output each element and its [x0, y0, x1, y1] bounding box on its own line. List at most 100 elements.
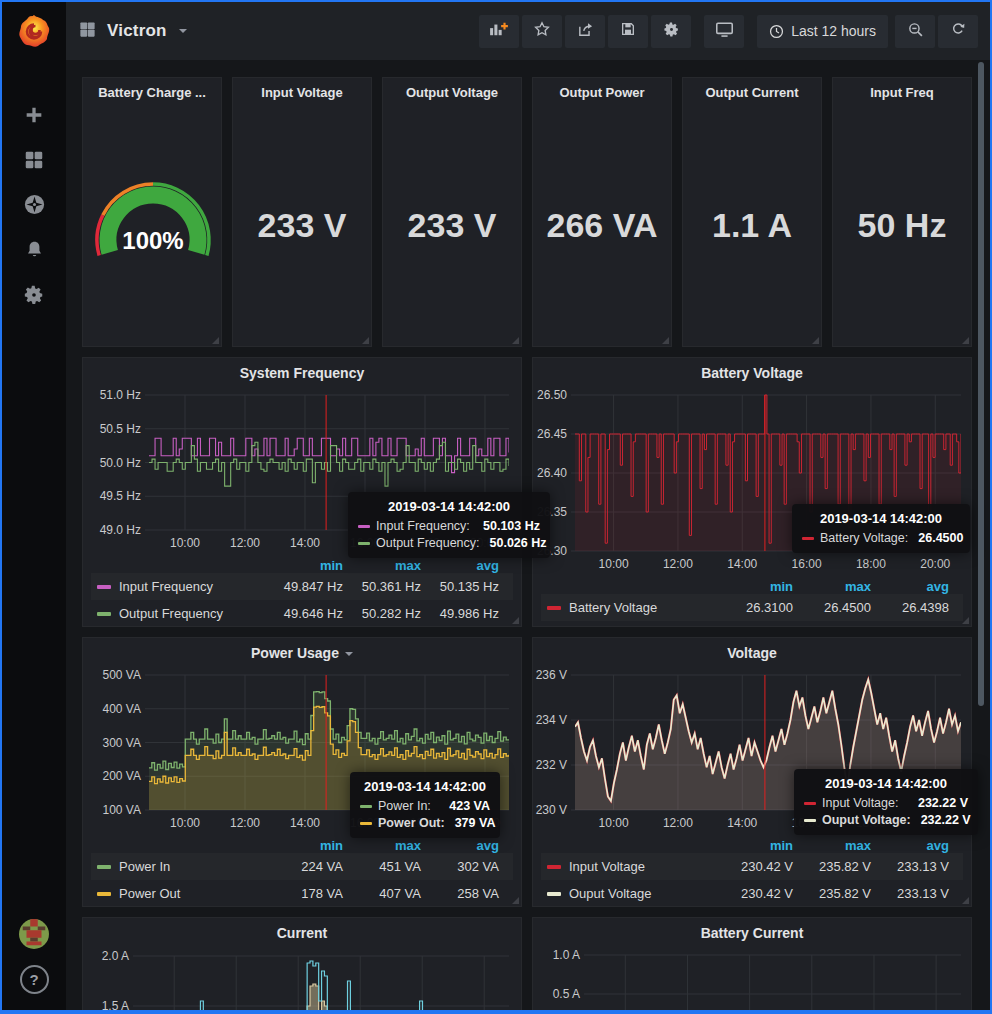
series-color-dash: [802, 537, 814, 540]
tooltip-series-label: Battery Voltage:: [820, 531, 908, 545]
panel-output-current: Output Current 1.1 A: [682, 77, 822, 347]
resize-handle[interactable]: [962, 897, 969, 904]
legend-value: 407 VA: [343, 886, 421, 901]
legend-header-min[interactable]: min: [265, 558, 343, 573]
tooltip-row: Input Voltage:232.22 V: [804, 796, 968, 810]
tooltip-series-value: 26.4500: [908, 531, 963, 545]
star-button[interactable]: [522, 15, 562, 48]
tooltip-series-label: Input Frequency:: [376, 519, 470, 533]
legend-header-max[interactable]: max: [343, 838, 421, 853]
tv-mode-button[interactable]: [704, 15, 744, 48]
legend-header-min[interactable]: min: [715, 838, 793, 853]
tooltip-row: Power Out:379 VA: [360, 816, 490, 830]
svg-text:16:00: 16:00: [792, 557, 822, 571]
resize-handle[interactable]: [212, 337, 219, 344]
sidebar-item-configuration[interactable]: [2, 274, 66, 319]
sidebar-item-alerting[interactable]: [2, 229, 66, 274]
sidebar-item-explore[interactable]: [2, 184, 66, 229]
sidebar-menu: [2, 94, 66, 319]
legend-header-max[interactable]: max: [343, 558, 421, 573]
resize-handle[interactable]: [962, 617, 969, 624]
legend-row[interactable]: Output Frequency 49.646 Hz50.282 Hz49.986…: [91, 600, 513, 627]
time-picker-button[interactable]: Last 12 hours: [757, 15, 888, 48]
legend-value: 178 VA: [265, 886, 343, 901]
navbar: Victron Last 12 hours: [66, 2, 990, 60]
svg-text:232 V: 232 V: [536, 758, 567, 772]
series-color-dash: [97, 865, 111, 869]
svg-text:236 V: 236 V: [536, 668, 567, 682]
legend-header-min[interactable]: min: [715, 579, 793, 594]
refresh-button[interactable]: [938, 15, 978, 48]
tooltip-series-label: Power Out:: [378, 816, 445, 830]
tooltip-series-label: Power In:: [378, 799, 431, 813]
legend-row[interactable]: Input Voltage230.42 V235.82 V233.13 V: [541, 853, 963, 880]
svg-text:14:00: 14:00: [290, 536, 320, 550]
legend-row[interactable]: Input Frequency49.847 Hz50.361 Hz50.135 …: [91, 573, 513, 600]
svg-text:18:00: 18:00: [856, 557, 886, 571]
clock-icon: [769, 24, 784, 39]
legend-header-avg[interactable]: avg: [871, 579, 949, 594]
legend-header-avg[interactable]: avg: [871, 838, 949, 853]
svg-text:14:00: 14:00: [727, 557, 757, 571]
dashboard-grid-icon[interactable]: [78, 20, 97, 43]
tooltip-timestamp: 2019-03-14 14:42:00: [360, 779, 490, 794]
legend-header-min[interactable]: min: [265, 838, 343, 853]
series-color-dash: [360, 805, 372, 808]
resize-handle[interactable]: [662, 337, 669, 344]
legend-value: 230.42 V: [715, 859, 793, 874]
sidebar-item-dashboards[interactable]: [2, 139, 66, 184]
legend-series-name: Power Out: [119, 886, 180, 901]
tv-icon: [715, 21, 734, 42]
resize-handle[interactable]: [512, 337, 519, 344]
gear-icon: [663, 21, 680, 42]
legend-value: 258 VA: [421, 886, 499, 901]
scrollbar-thumb[interactable]: [978, 62, 984, 706]
add-panel-button[interactable]: [479, 15, 519, 48]
legend-header-avg[interactable]: avg: [421, 558, 499, 573]
legend-row[interactable]: Battery Voltage26.310026.450026.4398: [541, 594, 963, 621]
share-button[interactable]: [565, 15, 605, 48]
legend-header-max[interactable]: max: [793, 838, 871, 853]
tooltip-series-value: 232.22 V: [908, 796, 968, 810]
resize-handle[interactable]: [362, 337, 369, 344]
svg-text:400 VA: 400 VA: [103, 702, 141, 716]
svg-text:12:00: 12:00: [230, 536, 260, 550]
zoom-out-button[interactable]: [895, 15, 935, 48]
refresh-icon: [950, 21, 966, 41]
legend-value: 49.646 Hz: [265, 606, 343, 621]
resize-handle[interactable]: [512, 897, 519, 904]
avatar[interactable]: [19, 919, 49, 949]
svg-text:14:00: 14:00: [290, 816, 320, 830]
tooltip-row: Ouput Voltage:232.22 V: [804, 813, 968, 827]
svg-text:300 VA: 300 VA: [103, 736, 141, 750]
sidebar-item-create[interactable]: [2, 94, 66, 139]
save-button[interactable]: [608, 15, 648, 48]
svg-text:26.40: 26.40: [537, 466, 567, 480]
legend-value: 50.282 Hz: [343, 606, 421, 621]
grafana-logo[interactable]: [2, 2, 66, 60]
legend-value: 49.847 Hz: [265, 579, 343, 594]
dashboard-title[interactable]: Victron: [107, 21, 167, 41]
legend-series-name: Output Frequency: [119, 606, 223, 621]
resize-handle[interactable]: [812, 337, 819, 344]
legend-row[interactable]: Power In224 VA451 VA302 VA: [91, 853, 513, 880]
panel-current: Current2.0 A1.5 A: [82, 917, 522, 1014]
resize-handle[interactable]: [512, 617, 519, 624]
legend-header-avg[interactable]: avg: [421, 838, 499, 853]
legend-row[interactable]: Power Out 178 VA407 VA258 VA: [91, 880, 513, 907]
resize-handle[interactable]: [962, 337, 969, 344]
panel-settings-button[interactable]: [651, 15, 691, 48]
legend-value: 49.986 Hz: [421, 606, 499, 621]
tooltip-timestamp: 2019-03-14 14:42:00: [804, 776, 968, 791]
legend-value: 26.4398: [871, 600, 949, 615]
bell-icon: [24, 239, 45, 264]
tooltip-series-value: 232.22 V: [911, 813, 971, 827]
svg-text:51.0 Hz: 51.0 Hz: [100, 388, 141, 402]
legend-header-max[interactable]: max: [793, 579, 871, 594]
legend-value: 230.42 V: [715, 886, 793, 901]
help-icon[interactable]: ?: [20, 965, 49, 994]
legend: minmaxavgPower In224 VA451 VA302 VAPower…: [91, 838, 513, 907]
legend-value: 26.4500: [793, 600, 871, 615]
legend: minmaxavgInput Voltage230.42 V235.82 V23…: [541, 838, 963, 907]
legend-row[interactable]: Ouput Voltage230.42 V235.82 V233.13 V: [541, 880, 963, 907]
